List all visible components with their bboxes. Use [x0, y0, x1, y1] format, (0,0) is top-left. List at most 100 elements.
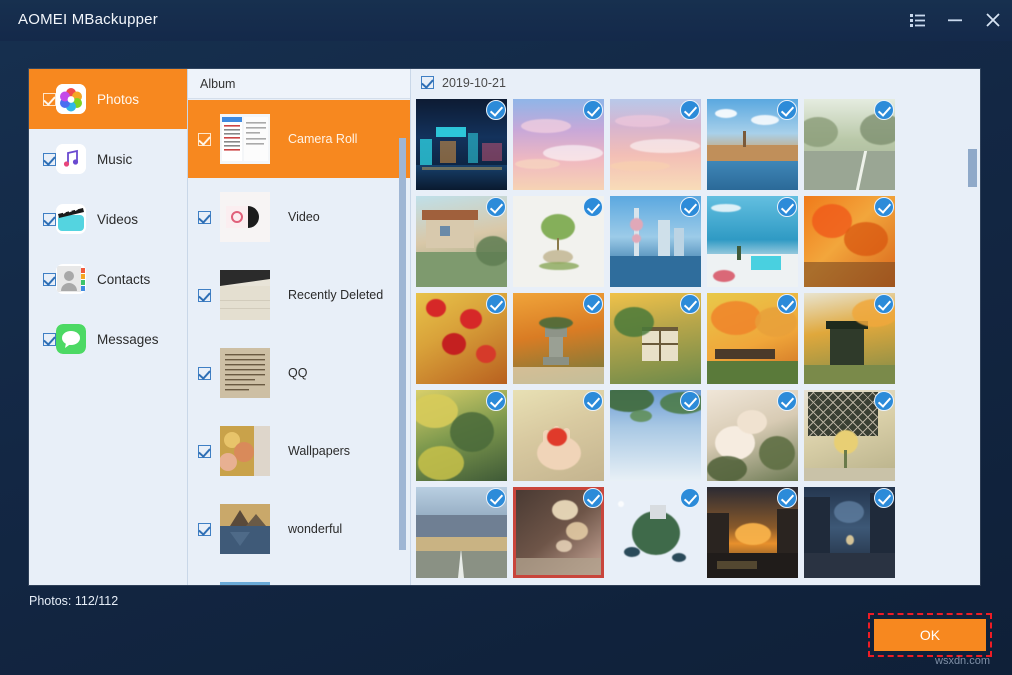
photo-selected-badge[interactable] [680, 488, 700, 508]
photo-selected-badge[interactable] [874, 488, 894, 508]
ok-button[interactable]: OK [874, 619, 986, 651]
photo-selected-badge[interactable] [777, 488, 797, 508]
sidebar-item-music[interactable]: Music [29, 129, 187, 189]
close-icon[interactable] [979, 7, 1007, 33]
album-item-wonderful[interactable]: wonderful [188, 490, 410, 568]
photo-cell[interactable] [607, 290, 704, 387]
photo-cell[interactable] [607, 484, 704, 581]
photo-selected-badge[interactable] [874, 391, 894, 411]
album-column: Album [188, 69, 411, 585]
photo-selected-badge[interactable] [583, 294, 603, 314]
photo-cell[interactable] [801, 96, 898, 193]
photo-selected-badge[interactable] [777, 391, 797, 411]
category-sidebar: Photos Music [29, 69, 188, 585]
photo-cell[interactable] [801, 290, 898, 387]
album-checkbox[interactable] [198, 289, 211, 302]
album-checkbox[interactable] [198, 133, 211, 146]
photo-cell[interactable] [413, 387, 510, 484]
photo-selected-badge[interactable] [874, 294, 894, 314]
album-checkbox[interactable] [198, 523, 211, 536]
album-item-video[interactable]: Video [188, 178, 410, 256]
contacts-icon [56, 264, 86, 294]
music-checkbox[interactable] [43, 153, 56, 166]
album-scrollbar-thumb[interactable] [399, 138, 406, 550]
photo-selected-badge[interactable] [486, 488, 506, 508]
sidebar-item-label: Messages [97, 332, 159, 347]
album-item-wallpapers[interactable]: Wallpapers [188, 412, 410, 490]
photo-cell[interactable] [607, 387, 704, 484]
photo-selected-badge[interactable] [486, 391, 506, 411]
photo-cell[interactable] [607, 193, 704, 290]
album-item-partial[interactable] [188, 568, 410, 585]
photo-selected-badge[interactable] [777, 294, 797, 314]
photo-cell[interactable] [510, 484, 607, 581]
photo-cell[interactable] [801, 484, 898, 581]
photo-selected-badge[interactable] [680, 197, 700, 217]
album-thumbnail [220, 270, 270, 320]
photos-icon [56, 84, 86, 114]
photo-cell[interactable] [801, 387, 898, 484]
album-item-camera-roll[interactable]: Camera Roll [188, 100, 410, 178]
photo-cell[interactable] [704, 193, 801, 290]
photo-cell[interactable] [704, 290, 801, 387]
photo-selected-badge[interactable] [680, 294, 700, 314]
photo-cell[interactable] [607, 96, 704, 193]
photo-selected-badge[interactable] [583, 391, 603, 411]
status-text: Photos: 112/112 [29, 594, 118, 608]
album-label: Camera Roll [288, 132, 357, 146]
photo-cell[interactable] [510, 387, 607, 484]
list-menu-icon[interactable] [903, 7, 931, 33]
sidebar-item-photos[interactable]: Photos [29, 69, 187, 129]
album-checkbox[interactable] [198, 445, 211, 458]
album-item-qq[interactable]: QQ [188, 334, 410, 412]
album-label: QQ [288, 366, 307, 380]
album-thumbnail [220, 426, 270, 476]
album-item-recently-deleted[interactable]: Recently Deleted [188, 256, 410, 334]
photo-cell[interactable] [704, 96, 801, 193]
sidebar-item-contacts[interactable]: Contacts [29, 249, 187, 309]
photo-selected-badge[interactable] [680, 100, 700, 120]
photo-cell[interactable] [510, 290, 607, 387]
photo-cell[interactable] [801, 193, 898, 290]
photo-selected-badge[interactable] [583, 488, 603, 508]
date-group-label: 2019-10-21 [442, 76, 506, 90]
contacts-checkbox[interactable] [43, 273, 56, 286]
minimize-icon[interactable] [941, 7, 969, 33]
album-thumbnail [220, 348, 270, 398]
photo-selected-badge[interactable] [777, 100, 797, 120]
album-checkbox[interactable] [198, 367, 211, 380]
photo-cell[interactable] [510, 96, 607, 193]
photo-cell[interactable] [510, 193, 607, 290]
photos-checkbox[interactable] [43, 93, 56, 106]
photo-cell[interactable] [704, 484, 801, 581]
photo-cell[interactable] [413, 290, 510, 387]
photo-selected-badge[interactable] [486, 294, 506, 314]
sidebar-item-videos[interactable]: Videos [29, 189, 187, 249]
album-label: Video [288, 210, 320, 224]
photo-selected-badge[interactable] [680, 391, 700, 411]
date-group-header: 2019-10-21 [411, 69, 980, 96]
album-checkbox[interactable] [198, 211, 211, 224]
messages-checkbox[interactable] [43, 333, 56, 346]
photo-selected-badge[interactable] [583, 197, 603, 217]
sidebar-item-label: Videos [97, 212, 138, 227]
music-icon [56, 144, 86, 174]
photo-selected-badge[interactable] [486, 197, 506, 217]
sidebar-item-messages[interactable]: Messages [29, 309, 187, 369]
videos-checkbox[interactable] [43, 213, 56, 226]
photo-selected-badge[interactable] [874, 100, 894, 120]
photo-cell[interactable] [413, 96, 510, 193]
photo-selected-badge[interactable] [777, 197, 797, 217]
album-scrollbar-track[interactable] [401, 102, 408, 581]
photo-cell[interactable] [413, 193, 510, 290]
photo-selected-badge[interactable] [874, 197, 894, 217]
photo-cell[interactable] [704, 387, 801, 484]
photo-grid-scrollbar-thumb[interactable] [968, 149, 977, 187]
photo-cell[interactable] [413, 484, 510, 581]
album-list: Camera Roll Video [188, 100, 410, 585]
sidebar-item-label: Photos [97, 92, 139, 107]
photo-selected-badge[interactable] [583, 100, 603, 120]
date-group-checkbox[interactable] [421, 76, 434, 89]
photo-selected-badge[interactable] [486, 100, 506, 120]
album-thumbnail [220, 504, 270, 554]
